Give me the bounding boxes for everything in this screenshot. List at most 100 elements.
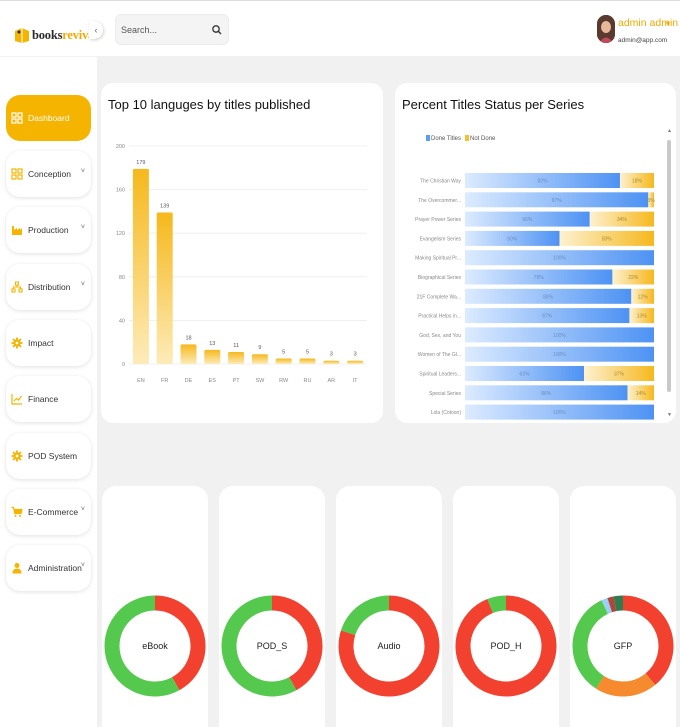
sidebar-item-label: Distribution xyxy=(28,282,71,292)
series-category-label: The Overcommer... xyxy=(418,198,461,204)
series-category-label: Making Spiritual Pr... xyxy=(415,256,461,262)
done-value-label: 78% xyxy=(534,275,545,281)
grid-icon xyxy=(10,167,24,181)
chart-scrollbar[interactable]: ▲ ▼ xyxy=(667,128,672,418)
bar-en[interactable] xyxy=(132,168,149,364)
sidebar-item-pod-system[interactable]: POD System xyxy=(6,433,91,479)
done-value-label: 66% xyxy=(522,217,533,223)
bar-rw[interactable] xyxy=(275,358,292,364)
donut-card-ebook: eBook xyxy=(102,486,208,727)
x-tick-label: AR xyxy=(327,378,335,384)
chevron-down-icon[interactable]: ˅ xyxy=(81,281,85,288)
y-tick-label: 0 xyxy=(122,362,125,368)
bar-ru[interactable] xyxy=(299,358,316,364)
done-value-label: 97% xyxy=(552,198,563,204)
sidebar-collapse-button[interactable]: ‹ xyxy=(89,21,103,39)
chevron-down-icon[interactable]: ˅ xyxy=(81,562,85,569)
scroll-down-icon[interactable]: ▼ xyxy=(667,412,672,418)
avatar[interactable] xyxy=(597,15,615,43)
bar-it[interactable] xyxy=(347,360,364,364)
user-email: admin@app.com xyxy=(618,37,668,44)
sidebar-item-label: Impact xyxy=(28,338,54,348)
sitemap-icon xyxy=(10,280,24,294)
donut-slice[interactable] xyxy=(340,595,390,636)
not-done-value-label: 50% xyxy=(602,236,613,242)
sidebar-item-distribution[interactable]: Distribution ˅ xyxy=(6,264,91,310)
donut-slice[interactable] xyxy=(607,596,617,613)
y-tick-label: 120 xyxy=(116,231,125,237)
y-tick-label: 160 xyxy=(116,188,125,194)
sidebar-item-label: Dashboard xyxy=(28,113,70,123)
bar-fr[interactable] xyxy=(156,212,173,364)
user-icon xyxy=(10,561,24,575)
sidebar-item-label: E-Commerce xyxy=(28,507,79,517)
series-category-label: 21F Complete Wa... xyxy=(417,294,461,300)
bar-value-label: 13 xyxy=(209,341,215,347)
done-value-label: 100% xyxy=(553,256,566,262)
app-logo[interactable]: booksrevival xyxy=(14,23,98,47)
donut-card-gfp: GFP xyxy=(570,486,676,727)
bar-sw[interactable] xyxy=(251,354,268,364)
scroll-up-icon[interactable]: ▲ xyxy=(667,128,672,134)
x-tick-label: IT xyxy=(353,378,359,384)
bar-ar[interactable] xyxy=(323,360,340,364)
series-category-label: Biographical Series xyxy=(418,275,462,281)
x-tick-label: ES xyxy=(209,378,217,384)
not-done-value-label: 34% xyxy=(617,217,628,223)
search-icon[interactable] xyxy=(211,24,223,36)
donut-card-audio: Audio xyxy=(336,486,442,727)
donut-center-label: GFP xyxy=(614,641,633,651)
sidebar-item-finance[interactable]: Finance xyxy=(6,376,91,422)
chevron-down-icon[interactable]: ˅ xyxy=(81,168,85,175)
sidebar-item-e-commerce[interactable]: E-Commerce ˅ xyxy=(6,489,91,535)
logo-text-books: books xyxy=(32,27,63,42)
donut-slice[interactable] xyxy=(572,600,609,689)
donut-chart: GFP xyxy=(572,595,674,697)
donut-card-pod-s: POD_S xyxy=(219,486,325,727)
series-category-label: Prayer Power Series xyxy=(415,217,461,223)
series-category-label: Spiritual Leaders... xyxy=(419,372,461,378)
chevron-down-icon[interactable]: ▾ xyxy=(666,19,670,28)
bar-es[interactable] xyxy=(204,349,221,364)
bar-pt[interactable] xyxy=(228,352,245,364)
sidebar-item-administration[interactable]: Administration ˅ xyxy=(6,545,91,591)
series-category-label: Special Series xyxy=(429,391,461,397)
series-category-label: God, Sex, and You xyxy=(419,333,461,339)
sidebar-item-impact[interactable]: Impact xyxy=(6,320,91,366)
donut-chart: POD_S xyxy=(221,595,323,697)
sidebar-item-conception[interactable]: Conception ˅ xyxy=(6,151,91,197)
sidebar-item-label: POD System xyxy=(28,451,78,461)
series-category-label: The Christian Way xyxy=(420,179,461,185)
donut-slice[interactable] xyxy=(613,595,624,612)
languages-bar-chart: 0 40 80 120 160 200 179 EN 139 FR 18 DE 13 ES 11 PT 9 SW 5… xyxy=(116,144,367,384)
bar-value-label: 5 xyxy=(282,350,285,356)
languages-chart-card: Top 10 languges by titles published 0 40 8… xyxy=(101,83,383,423)
bar-de[interactable] xyxy=(180,344,197,364)
not-done-value-label: 3% xyxy=(648,198,656,204)
series-category-label: Lola (Cotoon) xyxy=(431,410,462,416)
sidebar-item-label: Conception xyxy=(28,169,72,179)
chevron-down-icon[interactable]: ˅ xyxy=(81,224,85,231)
done-value-label: 63% xyxy=(520,372,531,378)
done-value-label: 88% xyxy=(543,294,554,300)
donut-slice[interactable] xyxy=(595,673,656,697)
search-input[interactable] xyxy=(121,15,211,44)
series-status-card: Percent Titles Status per Series Done Ti… xyxy=(395,83,676,423)
sidebar-item-dashboard[interactable]: Dashboard xyxy=(6,95,91,141)
donut-card-pod-h: POD_H xyxy=(453,486,559,727)
gear-icon xyxy=(10,449,24,463)
done-value-label: 50% xyxy=(507,236,518,242)
donut-slice[interactable] xyxy=(601,597,613,614)
donut-chart: Audio xyxy=(338,595,440,697)
search-box xyxy=(115,14,229,45)
gear-icon xyxy=(10,336,24,350)
scrollbar-thumb[interactable] xyxy=(667,140,671,392)
sidebar: Dashboard Conception ˅ Production ˅ Distribut… xyxy=(0,57,97,727)
donut-slice[interactable] xyxy=(487,595,507,614)
chevron-down-icon[interactable]: ˅ xyxy=(81,506,85,513)
bar-value-label: 18 xyxy=(185,335,191,341)
cart-icon xyxy=(10,505,24,519)
done-value-label: 87% xyxy=(542,314,553,320)
dashboard-icon xyxy=(10,111,24,125)
sidebar-item-production[interactable]: Production ˅ xyxy=(6,207,91,253)
